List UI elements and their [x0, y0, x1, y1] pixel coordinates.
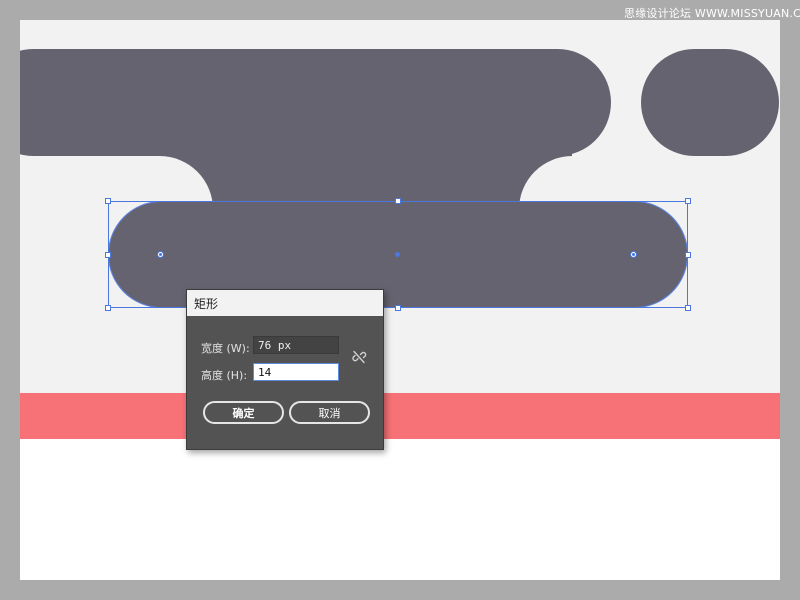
resize-handle-top-center[interactable]: [395, 198, 401, 204]
cloud-bar-shape[interactable]: [20, 49, 611, 156]
height-input[interactable]: [253, 363, 339, 381]
corner-radius-widget-right[interactable]: [630, 251, 637, 258]
artboard[interactable]: [20, 20, 780, 580]
red-band-shape[interactable]: [20, 393, 780, 439]
resize-handle-bottom-right[interactable]: [685, 305, 691, 311]
ok-button[interactable]: 确定: [203, 401, 284, 424]
width-input[interactable]: [253, 336, 339, 354]
cancel-button[interactable]: 取消: [289, 401, 370, 424]
resize-handle-middle-left[interactable]: [105, 252, 111, 258]
resize-handle-middle-right[interactable]: [685, 252, 691, 258]
rectangle-dialog: 矩形 宽度 (W): 高度 (H): 确定 取消: [186, 289, 384, 450]
shape-center-point: [395, 252, 400, 257]
dialog-title: 矩形: [194, 297, 219, 311]
resize-handle-bottom-center[interactable]: [395, 305, 401, 311]
height-label: 高度 (H):: [201, 369, 248, 382]
resize-handle-top-right[interactable]: [685, 198, 691, 204]
width-label: 宽度 (W):: [201, 342, 250, 355]
watermark: 思缘设计论坛 WWW.MISSYUAN.COM: [624, 7, 800, 20]
corner-radius-widget-left[interactable]: [157, 251, 164, 258]
resize-handle-top-left[interactable]: [105, 198, 111, 204]
dialog-titlebar[interactable]: 矩形: [187, 290, 383, 316]
unlink-icon[interactable]: [351, 349, 367, 365]
cloud-pill-right-shape[interactable]: [641, 49, 779, 156]
cloud-neck-shape[interactable]: [160, 154, 572, 204]
resize-handle-bottom-left[interactable]: [105, 305, 111, 311]
